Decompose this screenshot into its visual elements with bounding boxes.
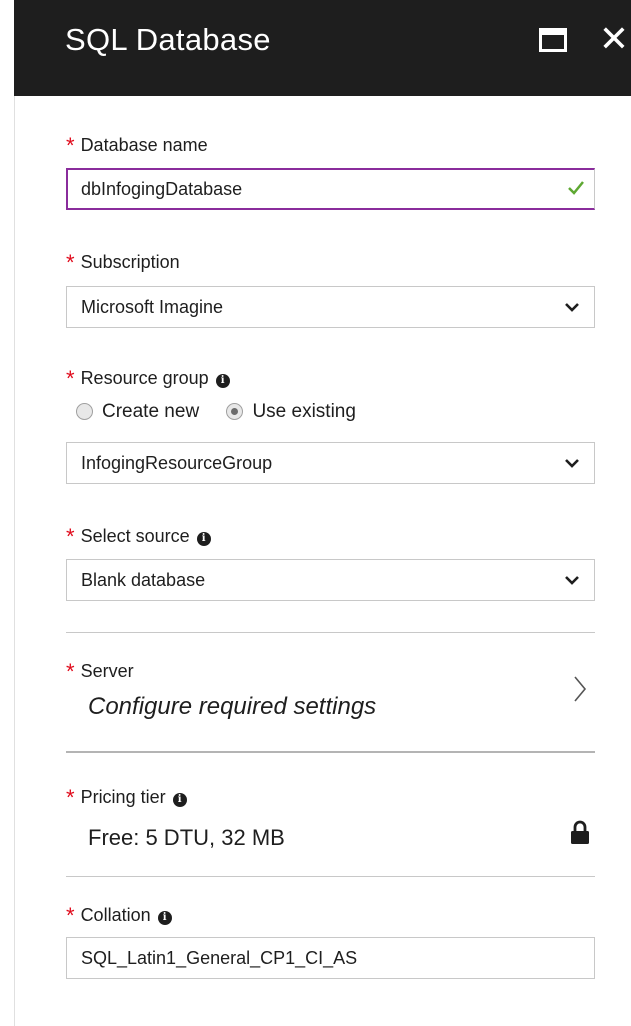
select-source-select[interactable]: Blank database <box>66 559 595 601</box>
required-star: * <box>66 250 75 275</box>
blade-header: SQL Database ✕ <box>14 0 631 96</box>
required-star: * <box>66 659 75 684</box>
maximize-icon[interactable] <box>539 28 567 52</box>
required-star: * <box>66 524 75 549</box>
subscription-label: * Subscription <box>66 250 180 275</box>
server-configure-link[interactable]: Configure required settings <box>88 693 376 721</box>
collation-label: * Collation i <box>66 901 172 928</box>
database-name-input[interactable]: dbInfogingDatabase <box>66 168 595 210</box>
info-icon[interactable]: i <box>196 532 211 546</box>
chevron-down-icon <box>565 576 579 585</box>
select-source-label: * Select source i <box>66 522 211 549</box>
collation-input[interactable]: SQL_Latin1_General_CP1_CI_AS <box>66 937 595 979</box>
pricing-tier-label: * Pricing tier i <box>66 783 187 810</box>
pricing-tier-value: Free: 5 DTU, 32 MB <box>88 825 285 850</box>
check-icon <box>568 181 584 195</box>
radio-button[interactable] <box>76 403 93 420</box>
radio-button-selected[interactable] <box>226 403 244 420</box>
info-icon[interactable]: i <box>172 793 187 807</box>
section-divider <box>66 876 595 877</box>
database-name-label: * Database name <box>66 133 208 158</box>
required-star: * <box>66 785 75 810</box>
resource-group-select[interactable]: InfogingResourceGroup <box>66 442 595 484</box>
radio-use-existing[interactable]: Use existing <box>226 400 356 423</box>
blade-title: SQL Database <box>65 22 271 57</box>
resource-group-radio-group: Create new Use existing <box>76 400 378 423</box>
close-icon[interactable]: ✕ <box>597 18 631 60</box>
resource-group-label: * Resource group i <box>66 364 230 391</box>
chevron-right-icon[interactable] <box>573 675 587 703</box>
lock-icon <box>571 820 589 844</box>
subscription-select[interactable]: Microsoft Imagine <box>66 286 595 328</box>
subscription-value: Microsoft Imagine <box>81 297 224 317</box>
chevron-down-icon <box>565 303 579 312</box>
radio-create-new[interactable]: Create new <box>76 400 199 423</box>
required-star: * <box>66 366 75 391</box>
info-icon[interactable]: i <box>157 911 172 925</box>
section-divider <box>66 751 595 753</box>
info-icon[interactable]: i <box>215 374 230 388</box>
required-star: * <box>66 133 75 158</box>
database-name-value: dbInfogingDatabase <box>81 179 243 199</box>
section-divider <box>66 632 595 633</box>
server-label: * Server <box>66 659 134 684</box>
resource-group-value: InfogingResourceGroup <box>81 453 273 473</box>
required-star: * <box>66 903 75 928</box>
chevron-down-icon <box>565 459 579 468</box>
select-source-value: Blank database <box>81 570 206 590</box>
blade-left-edge <box>0 0 15 1026</box>
collation-value: SQL_Latin1_General_CP1_CI_AS <box>81 948 358 968</box>
